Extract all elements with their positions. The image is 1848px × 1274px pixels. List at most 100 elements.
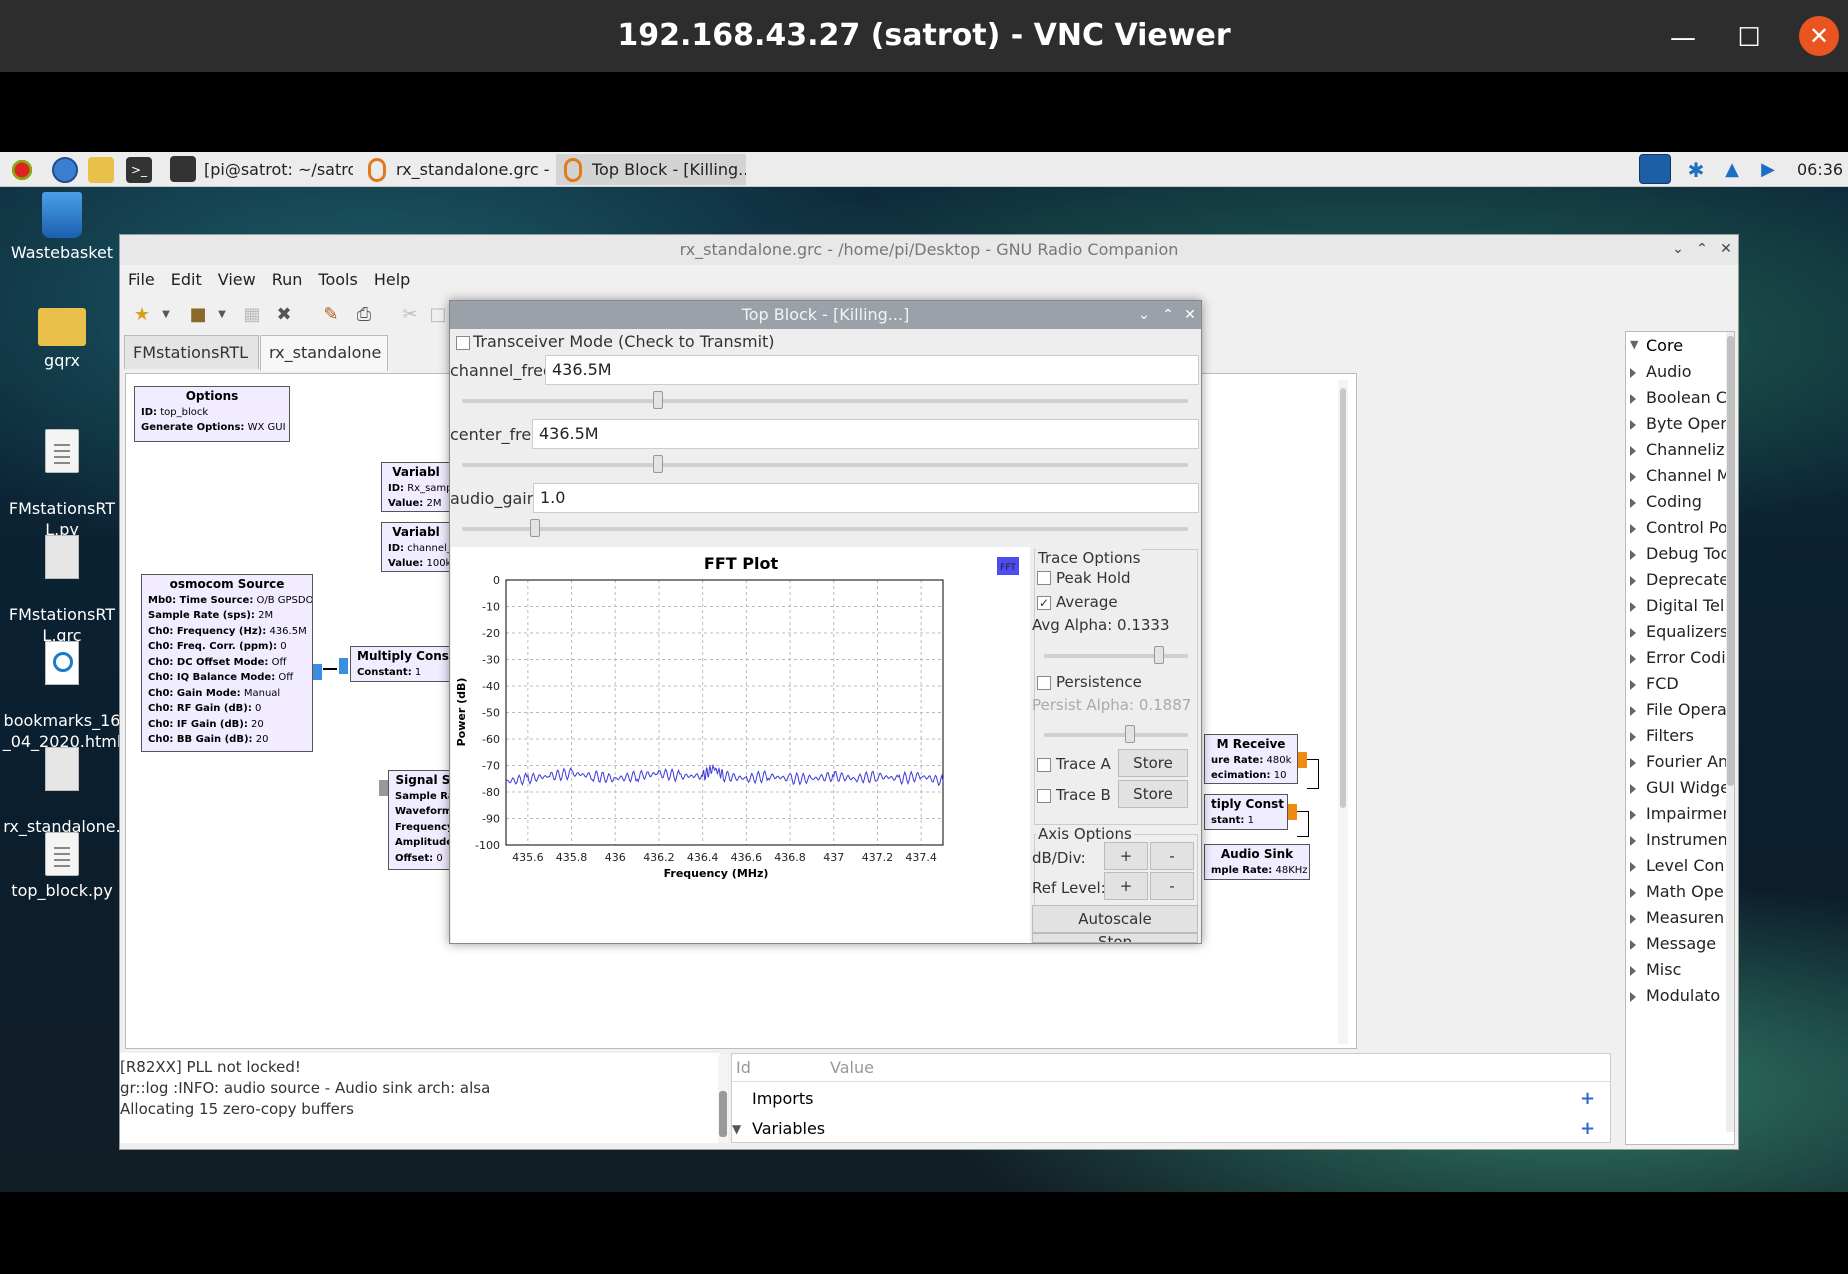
copy-icon[interactable]: □ bbox=[426, 303, 450, 327]
task-top-block[interactable]: Top Block - [Killing...] bbox=[556, 154, 746, 185]
library-item[interactable]: Instrumen bbox=[1630, 830, 1728, 849]
slider-handle[interactable] bbox=[653, 391, 664, 409]
library-item[interactable]: Control Po bbox=[1630, 518, 1728, 537]
store-b-button[interactable]: Store bbox=[1118, 780, 1188, 808]
close-icon[interactable]: ✕ bbox=[1180, 305, 1200, 325]
library-item[interactable]: Deprecate bbox=[1629, 570, 1729, 589]
chevron-down-icon[interactable]: ▼ bbox=[1630, 338, 1638, 351]
audio-gain-input[interactable]: 1.0 bbox=[533, 483, 1199, 513]
menu-tools[interactable]: Tools bbox=[310, 265, 357, 295]
tab-fmstationsrtl[interactable]: FMstationsRTL ✖ bbox=[124, 335, 259, 396]
transceiver-checkbox[interactable] bbox=[456, 336, 470, 350]
file-manager-icon[interactable] bbox=[88, 157, 114, 183]
stop-button[interactable]: Stop bbox=[1032, 933, 1198, 943]
library-item[interactable]: Error Codi bbox=[1630, 648, 1726, 667]
menu-view[interactable]: View bbox=[210, 265, 256, 295]
chevron-down-icon[interactable]: ▼ bbox=[154, 303, 178, 327]
slider-handle[interactable] bbox=[529, 519, 540, 537]
slider-handle[interactable] bbox=[653, 455, 664, 473]
input-port[interactable] bbox=[339, 658, 348, 674]
library-scrollbar[interactable] bbox=[1726, 332, 1734, 1132]
audio-gain-slider[interactable] bbox=[462, 519, 1188, 537]
block-multiply-const-2[interactable]: tiply Const stant: 1 bbox=[1204, 794, 1288, 830]
channel-freq-slider[interactable] bbox=[462, 391, 1188, 409]
block-multiply-const[interactable]: Multiply Const Constant: 1 bbox=[350, 646, 460, 682]
close-file-icon[interactable]: ✖ bbox=[272, 303, 296, 327]
library-item[interactable]: FCD bbox=[1630, 674, 1679, 693]
store-a-button[interactable]: Store bbox=[1118, 749, 1188, 777]
library-item[interactable]: Math Ope bbox=[1630, 882, 1724, 901]
library-item[interactable]: Fourier An bbox=[1629, 752, 1728, 771]
library-item[interactable]: Digital Tel bbox=[1629, 596, 1724, 615]
chevron-down-icon[interactable]: ⌄ bbox=[1668, 239, 1688, 259]
desktop-icon-gqrx[interactable]: gqrx bbox=[2, 302, 122, 371]
input-port[interactable] bbox=[379, 780, 388, 796]
block-signal-source[interactable]: Signal S Sample Ra Waveform Frequency Am… bbox=[388, 770, 458, 870]
chevron-down-icon[interactable]: ▼ bbox=[210, 303, 234, 327]
save-icon[interactable]: ▦ bbox=[240, 303, 264, 327]
web-browser-icon[interactable] bbox=[52, 157, 78, 183]
desktop-icon-wastebasket[interactable]: Wastebasket bbox=[2, 192, 122, 263]
library-item[interactable]: Byte Oper bbox=[1630, 414, 1727, 433]
output-port[interactable] bbox=[1298, 752, 1307, 768]
library-item[interactable]: Impairmen bbox=[1630, 804, 1733, 823]
library-item[interactable]: Debug Too bbox=[1629, 544, 1730, 563]
library-item[interactable]: Channeliz bbox=[1630, 440, 1725, 459]
channel-freq-input[interactable]: 436.5M bbox=[545, 355, 1199, 385]
average-checkbox[interactable]: ✓ bbox=[1037, 596, 1051, 610]
library-category-core[interactable]: Core bbox=[1646, 336, 1683, 355]
column-id[interactable]: Id bbox=[736, 1054, 751, 1082]
column-value[interactable]: Value bbox=[830, 1054, 874, 1082]
bluetooth-icon[interactable]: ✱ bbox=[1683, 157, 1709, 183]
tab-rx-standalone[interactable]: rx_standalone ✖ bbox=[260, 335, 388, 396]
output-port[interactable] bbox=[1288, 804, 1297, 820]
menu-help[interactable]: Help bbox=[366, 265, 410, 295]
task-terminal[interactable]: [pi@satrot: ~/satrot/... bbox=[168, 154, 353, 185]
print-icon[interactable]: ⎙ bbox=[352, 303, 376, 327]
fft-plot[interactable]: FFT Plot FFT 435.6 435.8 436 436.2 436.4 436.… bbox=[451, 547, 1030, 943]
block-variable-channel[interactable]: Variabl ID: channel_ Value: 100k bbox=[381, 522, 451, 572]
desktop-icon-top-block[interactable]: top_block.py bbox=[2, 832, 122, 901]
cut-icon[interactable]: ✂ bbox=[398, 303, 422, 327]
chevron-down-icon[interactable]: ▼ bbox=[732, 1118, 741, 1140]
library-item[interactable]: GUI Widge bbox=[1630, 778, 1730, 797]
chevron-up-icon[interactable]: ⌃ bbox=[1692, 239, 1712, 259]
library-item[interactable]: Audio bbox=[1629, 362, 1691, 381]
vnc-close-button[interactable]: ✕ bbox=[1799, 16, 1839, 56]
library-item[interactable]: Boolean C bbox=[1629, 388, 1727, 407]
raspberry-menu-icon[interactable] bbox=[9, 157, 35, 183]
vnc-server-icon[interactable] bbox=[1639, 154, 1671, 184]
chevron-up-icon[interactable]: ⌃ bbox=[1158, 305, 1178, 325]
avg-alpha-slider[interactable] bbox=[1044, 646, 1188, 664]
menu-edit[interactable]: Edit bbox=[163, 265, 202, 295]
task-grc[interactable]: rx_standalone.grc - /h... bbox=[360, 154, 552, 185]
block-osmocom-source[interactable]: osmocom Source Mb0: Time Source: O/B GPS… bbox=[141, 574, 313, 752]
library-item[interactable]: Modulato bbox=[1629, 986, 1720, 1005]
terminal-icon[interactable]: >_ bbox=[126, 157, 152, 183]
db-div-minus-button[interactable]: - bbox=[1150, 842, 1194, 870]
table-row[interactable]: Imports bbox=[752, 1088, 813, 1110]
block-options[interactable]: Options ID: top_block Generate Options: … bbox=[134, 386, 290, 442]
close-icon[interactable]: ✕ bbox=[1716, 239, 1736, 259]
library-item[interactable]: Coding bbox=[1630, 492, 1702, 511]
edit-icon[interactable]: ✎ bbox=[319, 303, 343, 327]
library-item[interactable]: Channel M bbox=[1630, 466, 1731, 485]
slider-handle[interactable] bbox=[1154, 646, 1165, 664]
block-audio-sink[interactable]: Audio Sink mple Rate: 48KHz bbox=[1204, 844, 1310, 880]
menu-run[interactable]: Run bbox=[264, 265, 303, 295]
library-item[interactable]: Measuren bbox=[1629, 908, 1724, 927]
table-row[interactable]: Variables bbox=[752, 1118, 825, 1140]
chevron-down-icon[interactable]: ⌄ bbox=[1134, 305, 1154, 325]
db-div-plus-button[interactable]: + bbox=[1104, 842, 1148, 870]
library-item[interactable]: Level Con bbox=[1629, 856, 1724, 875]
wifi-icon[interactable]: ▲ bbox=[1719, 157, 1745, 183]
trace-b-checkbox[interactable] bbox=[1037, 789, 1051, 803]
vnc-minimize-button[interactable]: — bbox=[1663, 18, 1703, 58]
library-item[interactable]: File Opera bbox=[1630, 700, 1727, 719]
add-icon[interactable]: + bbox=[1580, 1088, 1595, 1109]
add-icon[interactable]: + bbox=[1580, 1118, 1595, 1139]
menu-file[interactable]: File bbox=[120, 265, 155, 295]
block-fm-receive[interactable]: M Receive ure Rate: 480k ecimation: 10 bbox=[1204, 734, 1298, 784]
persistence-checkbox[interactable] bbox=[1037, 676, 1051, 690]
block-variable-rx-samp[interactable]: Variabl ID: Rx_samp Value: 2M bbox=[381, 462, 451, 512]
